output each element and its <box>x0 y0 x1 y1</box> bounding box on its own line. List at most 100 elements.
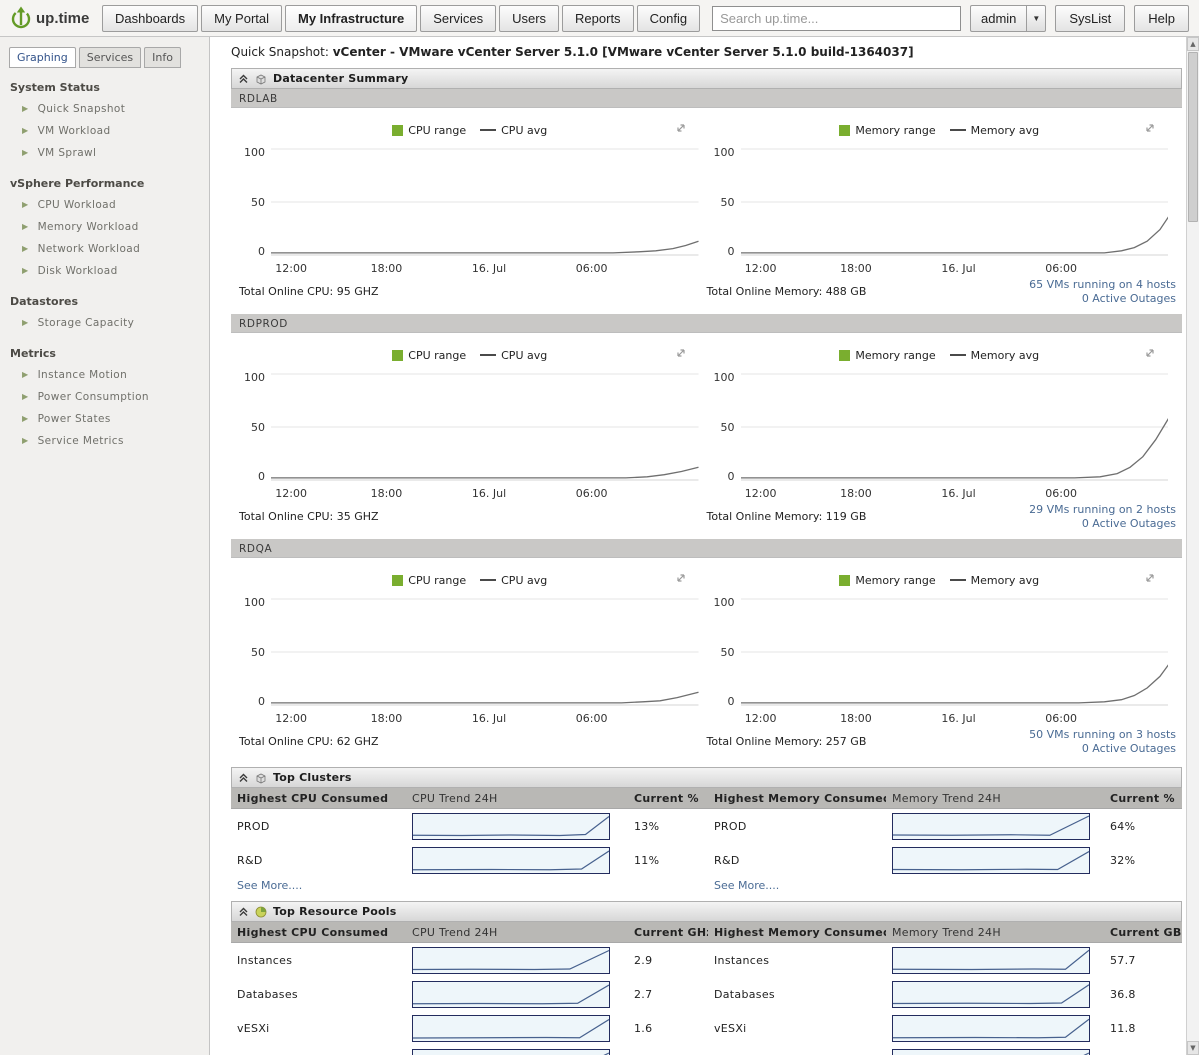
row-memory-current: 36.8 <box>1110 987 1136 1001</box>
nav-my-portal[interactable]: My Portal <box>201 4 283 32</box>
sidebar-item-instance-motion[interactable]: ▶ Instance Motion <box>0 364 209 386</box>
memory-trend-sparkline[interactable] <box>892 812 1090 840</box>
chevron-down-icon[interactable]: ▼ <box>1026 4 1047 32</box>
memory-trend-cell <box>886 846 1104 874</box>
see-more-cpu-link[interactable]: See More.... <box>231 879 406 892</box>
active-outages-link[interactable]: 0 Active Outages <box>1029 742 1176 755</box>
sidebar-item-quick-snapshot[interactable]: ▶ Quick Snapshot <box>0 98 209 120</box>
plot-row: 100 50 0 <box>241 371 699 483</box>
memory-trend-cell <box>886 1048 1104 1055</box>
expand-icon[interactable] <box>1144 347 1156 362</box>
x-axis: 12:00 18:00 16. Jul 06:00 <box>741 483 1169 501</box>
row-memory-name: Instances <box>714 953 770 967</box>
legend-range-label: CPU range <box>408 573 467 587</box>
chart-plot <box>740 596 1168 708</box>
memory-trend-sparkline[interactable] <box>892 846 1090 874</box>
table-row: Instances 2.9 Instances 57.7 <box>231 943 1182 977</box>
sidebar-item-memory-workload[interactable]: ▶ Memory Workload <box>0 216 209 238</box>
scrollbar[interactable]: ▲ ▼ <box>1186 37 1199 1055</box>
y-axis: 100 50 0 <box>241 596 271 708</box>
table-row: R&D 11% R&D 32% <box>231 843 1182 877</box>
quick-snapshot-value: vCenter - VMware vCenter Server 5.1.0 [V… <box>332 45 914 59</box>
legend-avg-line-swatch <box>480 354 497 356</box>
vms-running-link[interactable]: 65 VMs running on 4 hosts <box>1029 278 1176 291</box>
chart-plot <box>740 146 1168 258</box>
legend-avg-line-swatch <box>949 129 966 131</box>
cpu-trend-sparkline[interactable] <box>412 812 610 840</box>
cpu-trend-sparkline[interactable] <box>412 1048 610 1055</box>
scroll-down-button[interactable]: ▼ <box>1187 1041 1199 1055</box>
sidebar-item-storage-capacity[interactable]: ▶ Storage Capacity <box>0 312 209 334</box>
table-header-row: Highest CPU Consumed CPU Trend 24H Current… <box>231 922 1182 943</box>
cpu-trend-sparkline[interactable] <box>412 980 610 1008</box>
memory-legend: Memory range Memory avg <box>711 120 1169 140</box>
y-tick-label: 100 <box>713 146 735 159</box>
collapse-icon[interactable] <box>238 906 249 917</box>
help-button[interactable]: Help <box>1134 4 1189 32</box>
nav-services[interactable]: Services <box>420 4 497 32</box>
x-tick-label: 16. Jul <box>941 712 976 725</box>
collapse-icon[interactable] <box>238 772 249 783</box>
collapse-icon[interactable] <box>238 73 249 84</box>
nav-users[interactable]: Users <box>499 4 560 32</box>
active-outages-link[interactable]: 0 Active Outages <box>1029 292 1176 305</box>
triangle-icon: ▶ <box>22 148 29 157</box>
sidebar-item-vm-workload[interactable]: ▶ VM Workload <box>0 120 209 142</box>
nav-my-infrastructure[interactable]: My Infrastructure <box>285 4 418 32</box>
memory-trend-sparkline[interactable] <box>892 1014 1090 1042</box>
sidebar-tab-services[interactable]: Services <box>78 47 142 68</box>
sidebar-item-disk-workload[interactable]: ▶ Disk Workload <box>0 260 209 282</box>
active-outages-link[interactable]: 0 Active Outages <box>1029 517 1176 530</box>
vms-running-link[interactable]: 29 VMs running on 2 hosts <box>1029 503 1176 516</box>
user-menu[interactable]: admin ▼ <box>970 4 1047 32</box>
total-online-memory: Total Online Memory: 119 GB <box>706 510 867 523</box>
triangle-icon: ▶ <box>22 126 29 135</box>
user-label[interactable]: admin <box>970 4 1027 32</box>
vms-running-link[interactable]: 50 VMs running on 3 hosts <box>1029 728 1176 741</box>
x-tick-label: 16. Jul <box>471 712 507 725</box>
column-header-memory-trend-24h: Memory Trend 24H <box>892 791 1001 805</box>
search-input[interactable] <box>712 5 961 31</box>
nav-reports[interactable]: Reports <box>562 4 634 32</box>
sidebar-tab-info[interactable]: Info <box>144 47 181 68</box>
expand-icon[interactable] <box>1144 122 1156 137</box>
memory-trend-sparkline[interactable] <box>892 1048 1090 1055</box>
sidebar-item-power-consumption[interactable]: ▶ Power Consumption <box>0 386 209 408</box>
x-axis: 12:00 18:00 16. Jul 06:00 <box>271 258 699 276</box>
sidebar-item-cpu-workload[interactable]: ▶ CPU Workload <box>0 194 209 216</box>
datacenter-list: RDLAB CPU range CPU avg 100 50 0 12:00 18:00 16.… <box>231 89 1182 764</box>
row-memory-name: PROD <box>714 819 747 833</box>
expand-icon[interactable] <box>675 122 687 137</box>
sidebar-item-label: CPU Workload <box>37 199 117 211</box>
nav-config[interactable]: Config <box>636 4 701 32</box>
sidebar-section-title: System Status <box>10 81 100 94</box>
plot-row: 100 50 0 <box>241 146 699 258</box>
memory-trend-sparkline[interactable] <box>892 946 1090 974</box>
syslist-button[interactable]: SysList <box>1055 4 1126 32</box>
nav-dashboards[interactable]: Dashboards <box>102 4 199 32</box>
expand-icon[interactable] <box>675 572 687 587</box>
scroll-up-button[interactable]: ▲ <box>1187 37 1199 51</box>
x-tick-label: 12:00 <box>744 712 777 725</box>
sidebar-item-network-workload[interactable]: ▶ Network Workload <box>0 238 209 260</box>
cpu-trend-sparkline[interactable] <box>412 946 610 974</box>
sidebar-item-power-states[interactable]: ▶ Power States <box>0 408 209 430</box>
memory-trend-sparkline[interactable] <box>892 980 1090 1008</box>
sidebar-item-service-metrics[interactable]: ▶ Service Metrics <box>0 430 209 452</box>
expand-icon[interactable] <box>675 347 687 362</box>
sidebar-section-title: vSphere Performance <box>10 177 145 190</box>
sidebar-item-label: VM Sprawl <box>37 147 97 159</box>
cpu-trend-sparkline[interactable] <box>412 1014 610 1042</box>
x-axis: 12:00 18:00 16. Jul 06:00 <box>271 483 699 501</box>
x-tick-label: 18:00 <box>370 262 403 275</box>
cpu-trend-cell <box>406 1048 628 1055</box>
sidebar-item-vm-sprawl[interactable]: ▶ VM Sprawl <box>0 142 209 164</box>
legend-range-swatch <box>392 349 404 361</box>
sidebar-tab-graphing[interactable]: Graphing <box>9 47 76 68</box>
datacenter-links: 50 VMs running on 3 hosts 0 Active Outage… <box>1029 728 1176 755</box>
cpu-trend-sparkline[interactable] <box>412 846 610 874</box>
expand-icon[interactable] <box>1144 572 1156 587</box>
x-tick-label: 06:00 <box>1045 262 1077 275</box>
see-more-memory-link[interactable]: See More.... <box>708 879 886 892</box>
scrollbar-thumb[interactable] <box>1188 52 1198 222</box>
